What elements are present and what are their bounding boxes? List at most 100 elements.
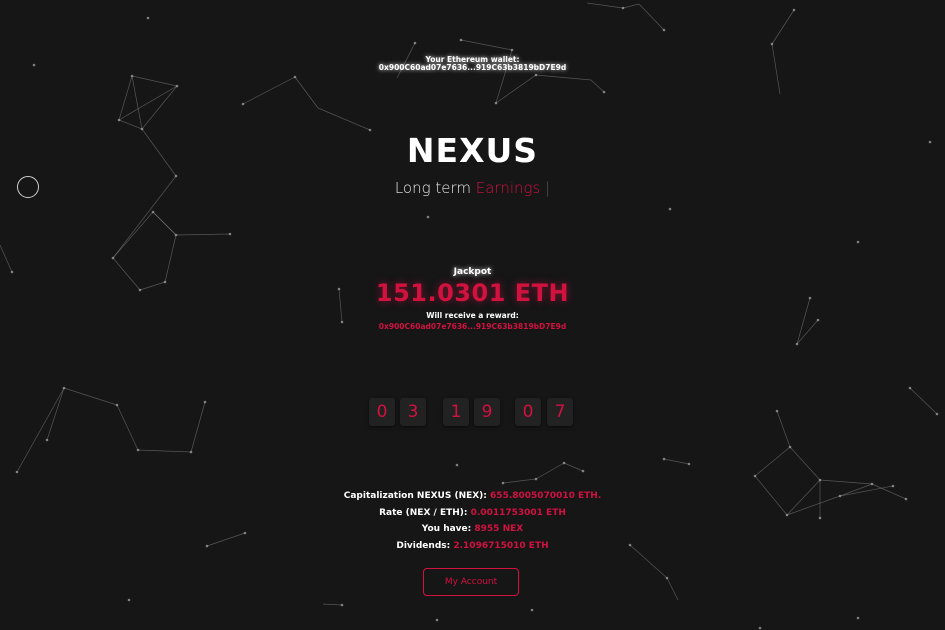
countdown-timer: 0 3 1 9 0 7: [0, 398, 945, 426]
stat-label: Dividends:: [396, 541, 451, 551]
network-line: [663, 458, 690, 465]
network-node: [127, 598, 131, 602]
stat-value: 8955 NEX: [474, 524, 524, 534]
wallet-address: 0x900C60ad07e7636...919C63b3819bD7E9d: [378, 63, 567, 72]
jackpot-label: Jackpot: [453, 267, 492, 277]
network-node: [758, 626, 762, 630]
network-node: [668, 207, 672, 211]
network-line: [317, 107, 371, 131]
timer-digit-hours-tens: 0: [369, 398, 395, 426]
network-line: [563, 462, 584, 472]
network-line: [535, 74, 592, 81]
my-account-button[interactable]: My Account: [423, 568, 519, 596]
network-node: [856, 240, 860, 244]
network-node: [510, 48, 514, 52]
network-node: [795, 342, 799, 346]
network-node: [534, 73, 538, 77]
stat-balance: You have: 8955 NEX: [0, 524, 945, 534]
network-node: [455, 463, 459, 467]
timer-digit-hours-ones: 3: [400, 398, 426, 426]
network-line: [137, 449, 192, 453]
network-line: [819, 479, 873, 485]
tagline: Long term Earnings |: [0, 179, 945, 197]
network-line: [131, 75, 143, 130]
network-line: [131, 75, 178, 87]
timer-digit-seconds-ones: 7: [547, 398, 573, 426]
network-node: [621, 6, 625, 10]
network-node: [818, 478, 822, 482]
network-node: [753, 474, 757, 478]
network-node: [340, 603, 344, 607]
network-line: [242, 76, 296, 105]
stat-value: 2.1096715010 ETH: [453, 541, 549, 551]
network-line: [294, 76, 319, 109]
network-line: [175, 233, 231, 236]
network-line: [638, 3, 665, 31]
network-line: [141, 85, 178, 130]
network-node: [891, 484, 895, 488]
reward-address: 0x900C60ad07e7636...919C63b3819bD7E9d: [378, 322, 567, 331]
network-node: [426, 215, 430, 219]
tagline-prefix: Long term: [394, 179, 471, 197]
page-title: NEXUS: [406, 131, 539, 170]
stat-capitalization: Capitalization NEXUS (NEX): 655.80050700…: [0, 491, 945, 501]
network-node: [662, 28, 666, 32]
network-line: [112, 211, 154, 259]
tagline-accent: Earnings: [475, 179, 541, 197]
network-node: [562, 461, 566, 465]
network-node: [908, 386, 912, 390]
network-line: [322, 603, 343, 606]
network-line: [771, 9, 795, 45]
network-node: [435, 618, 439, 622]
network-node: [662, 457, 666, 461]
network-node: [581, 469, 585, 473]
network-line: [590, 79, 605, 93]
stat-rate: Rate (NEX / ETH): 0.0011753001 ETH: [0, 508, 945, 518]
network-node: [459, 38, 463, 42]
network-node: [189, 450, 193, 454]
network-node: [788, 445, 792, 449]
timer-digit-minutes-tens: 1: [443, 398, 469, 426]
network-line: [460, 39, 513, 51]
timer-digit-minutes-ones: 9: [474, 398, 500, 426]
network-node: [140, 127, 144, 131]
network-line: [535, 462, 565, 480]
network-node: [228, 232, 232, 236]
network-node: [111, 256, 115, 260]
stat-label: Rate (NEX / ETH):: [379, 508, 468, 518]
stat-label: You have:: [421, 524, 472, 534]
network-node: [602, 90, 606, 94]
network-node: [174, 233, 178, 237]
network-node: [413, 41, 417, 45]
network-line: [586, 2, 624, 9]
network-line: [622, 3, 640, 9]
network-node: [534, 477, 538, 481]
network-line: [118, 119, 143, 130]
network-node: [870, 482, 874, 486]
network-node: [241, 102, 245, 106]
network-node: [15, 470, 19, 474]
timer-digit-seconds-tens: 0: [515, 398, 541, 426]
reward-label: Will receive a reward:: [426, 311, 519, 320]
stat-value: 655.8005070010 ETH.: [490, 491, 602, 501]
network-line: [502, 478, 537, 484]
network-node: [174, 174, 178, 178]
network-node: [770, 42, 774, 46]
network-node: [45, 438, 49, 442]
network-node: [501, 481, 505, 485]
network-node: [130, 74, 134, 78]
network-line: [495, 74, 537, 104]
network-node: [687, 462, 691, 466]
network-node: [146, 16, 150, 20]
network-line: [754, 446, 791, 477]
network-node: [293, 75, 297, 79]
network-node: [530, 608, 534, 612]
stat-label: Capitalization NEXUS (NEX):: [343, 491, 487, 501]
network-line: [789, 446, 821, 481]
network-line: [666, 577, 679, 601]
network-node: [792, 8, 796, 12]
network-node: [665, 576, 669, 580]
network-node: [856, 616, 860, 620]
network-node: [175, 84, 179, 88]
stat-value: 0.0011753001 ETH: [470, 508, 566, 518]
